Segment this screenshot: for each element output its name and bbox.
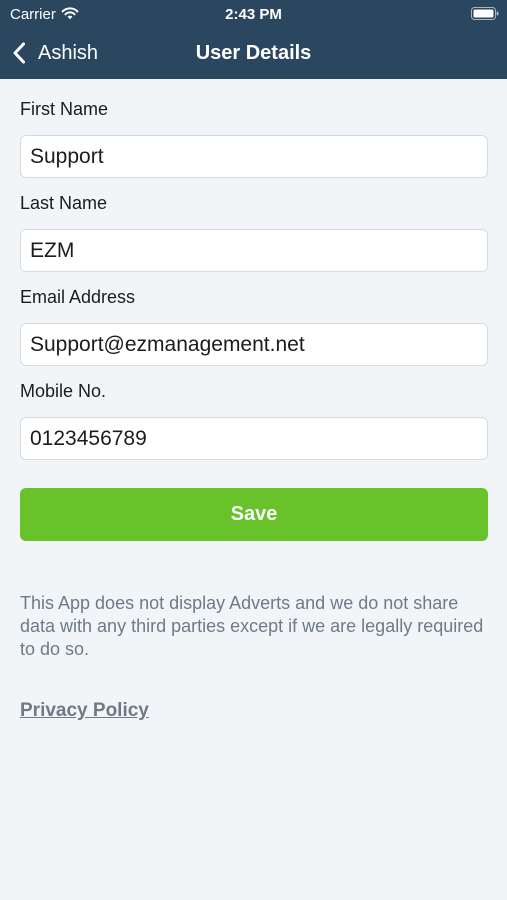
first-name-field[interactable] [20, 135, 488, 178]
page-title: User Details [195, 42, 312, 64]
user-details-form: First Name Last Name Email Address Mobil… [20, 96, 488, 472]
first-name-label: First Name [20, 99, 109, 119]
privacy-disclaimer: This App does not display Adverts and we… [20, 593, 484, 659]
app-header: Carrier 2:43 PM Ashish User Details [0, 0, 507, 79]
battery-full-icon [471, 7, 499, 20]
status-time: 2:43 PM [225, 6, 282, 23]
mobile-field[interactable] [20, 417, 488, 460]
email-label: Email Address [20, 287, 136, 307]
save-button[interactable]: Save [20, 488, 488, 541]
email-field[interactable] [20, 323, 488, 366]
navigation-bar: Ashish User Details [0, 30, 507, 76]
last-name-label: Last Name [20, 193, 108, 213]
privacy-policy-link[interactable]: Privacy Policy [20, 700, 149, 722]
last-name-field[interactable] [20, 229, 488, 272]
mobile-label: Mobile No. [20, 381, 107, 401]
status-bar: Carrier 2:43 PM [0, 0, 507, 28]
